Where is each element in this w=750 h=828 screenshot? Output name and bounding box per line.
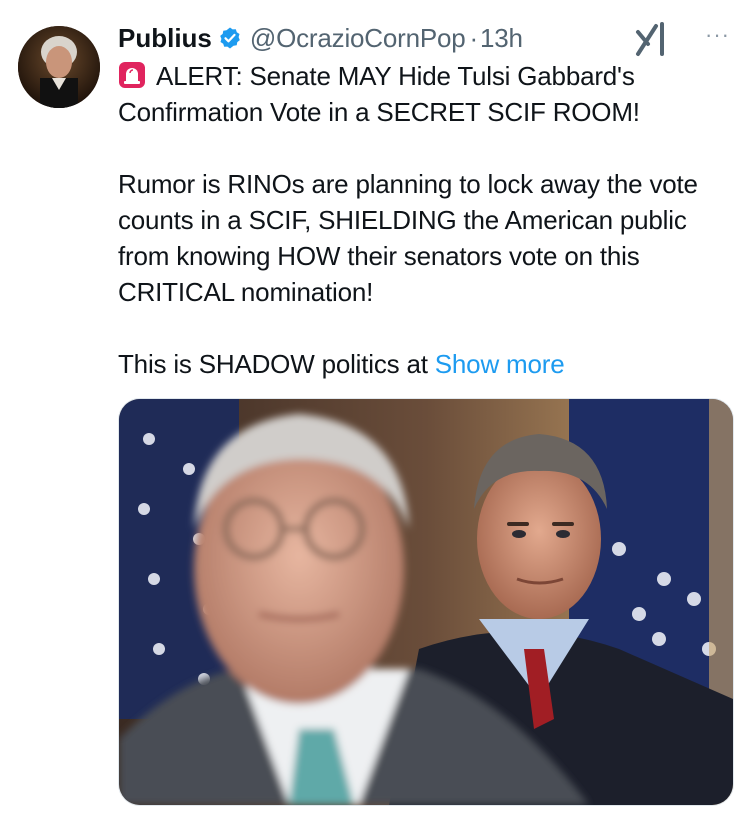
show-more-link[interactable]: Show more: [435, 349, 565, 379]
separator-dot: ·: [469, 22, 479, 53]
police-light-icon: [118, 61, 146, 89]
post-timestamp[interactable]: 13h: [480, 23, 523, 54]
grok-icon[interactable]: [634, 20, 674, 58]
post-text-alert: ALERT: Senate MAY Hide Tulsi Gabbard's C…: [118, 61, 640, 127]
post-media-image[interactable]: [118, 398, 734, 806]
post-text-rumor: Rumor is RINOs are planning to lock away…: [118, 169, 698, 307]
post-header: Publius @OcrazioCornPop · 13h ···: [118, 18, 730, 58]
verified-badge-icon: [218, 26, 242, 50]
post-text: ALERT: Senate MAY Hide Tulsi Gabbard's C…: [118, 58, 738, 382]
author-avatar[interactable]: [18, 26, 100, 108]
author-handle[interactable]: @OcrazioCornPop: [250, 23, 466, 54]
author-name[interactable]: Publius: [118, 23, 212, 54]
more-options-icon[interactable]: ···: [705, 22, 730, 48]
post-text-shadow: This is SHADOW politics at: [118, 349, 428, 379]
